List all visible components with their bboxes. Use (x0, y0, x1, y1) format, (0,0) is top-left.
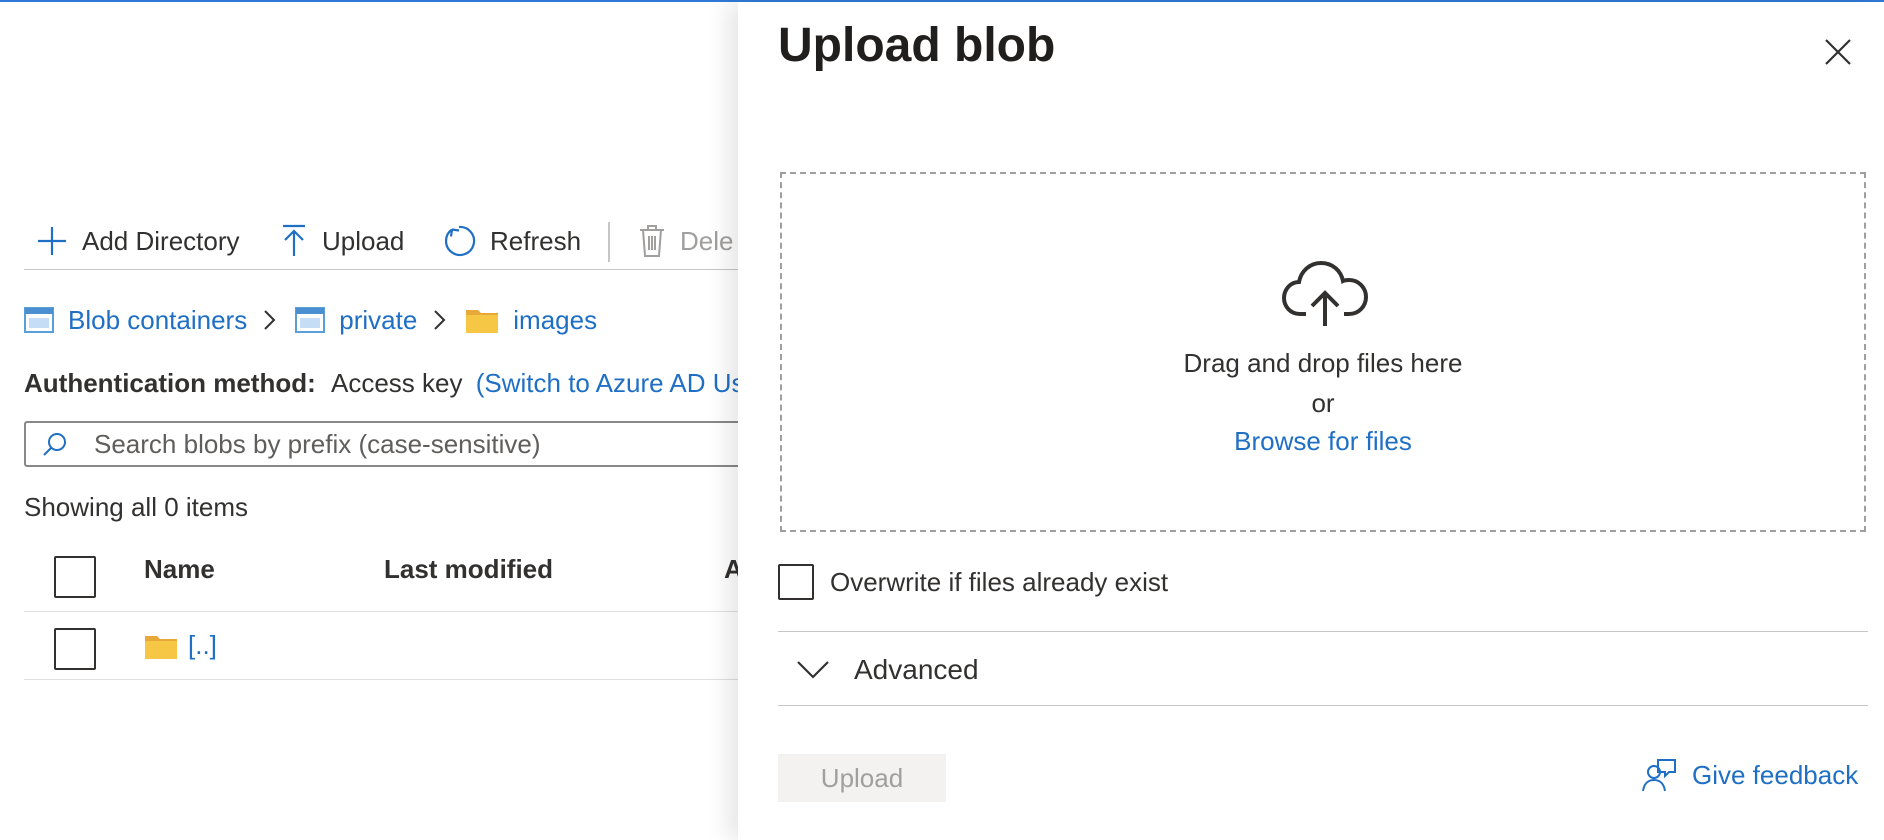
advanced-section-toggle[interactable]: Advanced (778, 646, 979, 694)
panel-title: Upload blob (778, 19, 1056, 72)
auth-method-value: Access key (331, 368, 463, 398)
add-directory-button[interactable]: Add Directory (36, 220, 240, 262)
overwrite-checkbox[interactable] (778, 564, 814, 600)
dropzone-instruction: Drag and drop files here (1183, 348, 1463, 378)
upload-arrow-icon (283, 224, 305, 256)
close-icon (1825, 39, 1851, 65)
delete-label: Dele (680, 225, 734, 256)
add-directory-label: Add Directory (82, 225, 240, 256)
container-icon (24, 307, 54, 333)
search-box[interactable] (24, 421, 784, 467)
auth-method-label: Authentication method: (24, 368, 316, 398)
give-feedback-link[interactable]: Give feedback (1642, 758, 1858, 792)
dropzone-or: or (1311, 388, 1335, 418)
plus-icon (38, 227, 66, 255)
container-icon (295, 307, 326, 333)
upload-blob-panel: Upload blob Drag and drop files here or … (738, 2, 1884, 840)
chevron-right-icon (434, 310, 446, 330)
browse-files-link[interactable]: Browse for files (1234, 426, 1412, 456)
divider (778, 631, 1868, 632)
breadcrumb-blob-containers[interactable]: Blob containers (68, 305, 247, 336)
trash-icon (640, 225, 664, 257)
chevron-right-icon (264, 310, 276, 330)
parent-directory-link[interactable]: [..] (188, 630, 217, 661)
row-name[interactable]: [..] (144, 630, 217, 661)
breadcrumb-private[interactable]: private (339, 305, 417, 336)
overwrite-label: Overwrite if files already exist (830, 566, 1169, 597)
upload-submit-button[interactable]: Upload (778, 754, 946, 802)
cloud-upload-icon (1281, 260, 1369, 326)
divider (778, 705, 1868, 706)
table-row[interactable]: [..] (24, 612, 744, 680)
toolbar-separator (608, 222, 610, 262)
folder-icon (145, 635, 177, 659)
refresh-icon (444, 225, 476, 256)
row-checkbox[interactable] (54, 628, 96, 670)
refresh-button[interactable]: Refresh (442, 220, 581, 262)
folder-icon (465, 306, 499, 334)
auth-method-row: Authentication method: Access key (Switc… (24, 368, 768, 399)
search-icon (43, 433, 66, 456)
file-dropzone[interactable]: Drag and drop files here or Browse for f… (780, 172, 1866, 532)
chevron-down-icon (797, 661, 829, 679)
switch-auth-link[interactable]: (Switch to Azure AD User (476, 368, 768, 398)
give-feedback-label: Give feedback (1692, 759, 1859, 790)
item-count: Showing all 0 items (24, 492, 248, 522)
refresh-label: Refresh (490, 225, 582, 256)
grid-header: Name Last modified A (24, 540, 744, 612)
breadcrumb-images[interactable]: images (513, 305, 597, 336)
overwrite-option[interactable]: Overwrite if files already exist (778, 564, 1168, 600)
column-last-modified[interactable]: Last modified (384, 554, 553, 585)
delete-button[interactable]: Dele (638, 220, 733, 262)
close-button[interactable] (1818, 32, 1858, 72)
column-name[interactable]: Name (144, 554, 215, 585)
breadcrumb: Blob containers private images (24, 300, 597, 340)
upload-button[interactable]: Upload (280, 220, 404, 262)
command-bar: Add Directory Upload Refresh Dele (24, 212, 744, 270)
advanced-label: Advanced (854, 654, 979, 685)
select-all-checkbox[interactable] (54, 556, 96, 598)
feedback-person-icon (1642, 759, 1676, 792)
search-input[interactable] (94, 428, 694, 460)
upload-label: Upload (322, 225, 405, 256)
